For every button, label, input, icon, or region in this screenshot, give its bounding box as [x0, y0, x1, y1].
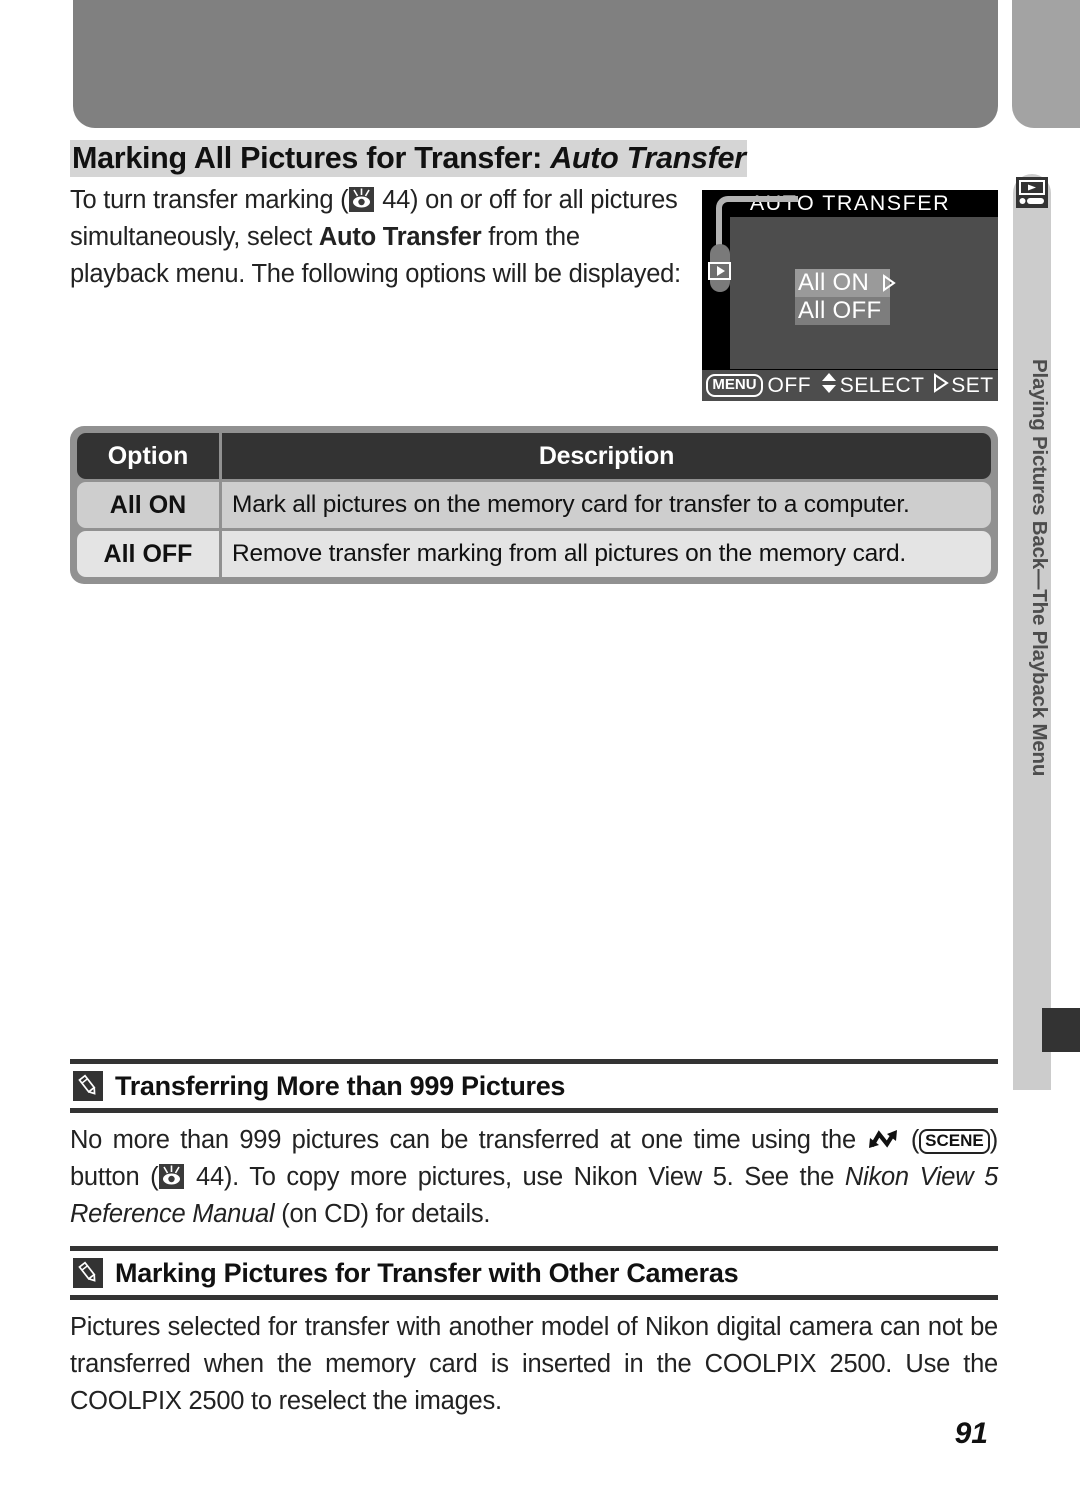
table-cell-option-all-off: All OFF	[77, 531, 219, 577]
lcd-option-menu: All ON All OFF	[795, 269, 896, 325]
play-icon	[708, 262, 731, 280]
table-cell-option-all-on: All ON	[77, 482, 219, 528]
lcd-bottom-bar: MENU OFF SELECT SET	[702, 370, 998, 401]
transfer-arrow-icon	[866, 1126, 900, 1152]
note-heading-other-cameras: Marking Pictures for Transfer with Other…	[70, 1251, 998, 1295]
scene-button-badge-icon: SCENE	[919, 1129, 990, 1154]
menu-badge-icon: MENU	[706, 374, 763, 397]
header-band	[73, 0, 998, 128]
camera-lcd-illustration: AUTO TRANSFER All ON All OFF MENU OFF SE…	[702, 190, 998, 401]
table-header-row: Option Description	[77, 433, 991, 479]
lcd-menu-item-all-off[interactable]: All OFF	[795, 297, 890, 325]
lcd-set-label: SET	[951, 373, 994, 397]
note-section-transferring: Transferring More than 999 Pictures No m…	[70, 1059, 998, 1233]
note-body-part1: No more than 999 pictures can be transfe…	[70, 1126, 867, 1154]
lcd-select-hint: SELECT	[820, 372, 925, 400]
table-header-description: Description	[222, 433, 991, 479]
lcd-menu-off-label: OFF	[767, 373, 812, 397]
note-heading-transferring: Transferring More than 999 Pictures	[70, 1064, 998, 1108]
playback-icon	[1016, 177, 1048, 208]
page-title: Marking All Pictures for Transfer: Auto …	[70, 140, 950, 177]
page-title-main: Marking All Pictures for Transfer:	[72, 141, 543, 175]
page-title-emphasis: Auto Transfer	[550, 141, 746, 175]
note-body-other-cameras: Pictures selected for transfer with anot…	[70, 1313, 998, 1415]
intro-paragraph: To turn transfer marking ( 44) on or off…	[70, 182, 682, 293]
eye-reference-icon	[159, 1164, 185, 1189]
note-heading-other-cameras-label: Marking Pictures for Transfer with Other…	[115, 1257, 739, 1288]
table-header-option: Option	[77, 433, 219, 479]
eye-reference-icon	[349, 187, 375, 212]
lcd-menu-item-all-on-label: All ON	[798, 269, 870, 296]
note-body-part2: (	[900, 1126, 920, 1154]
note-body-part5: (on CD) for details.	[274, 1200, 491, 1228]
chevron-right-outline-icon	[933, 372, 950, 399]
chapter-side-tab-label: Playing Pictures Back—The Playback Menu	[1028, 359, 1051, 777]
up-down-arrows-icon	[820, 372, 838, 400]
lcd-set-hint: SET	[933, 372, 994, 399]
pencil-note-icon	[73, 1258, 103, 1288]
note-body-part4: 44). To copy more pictures, use Nikon Vi…	[185, 1163, 845, 1191]
chapter-tab-marker	[1042, 1008, 1080, 1052]
lcd-menu-off-hint: MENU OFF	[706, 374, 811, 398]
table-row: All OFF Remove transfer marking from all…	[77, 531, 991, 577]
table-cell-description-all-on: Mark all pictures on the memory card for…	[222, 482, 991, 528]
intro-bold-term: Auto Transfer	[318, 223, 482, 251]
chevron-right-icon	[882, 274, 896, 292]
lcd-menu-item-all-on[interactable]: All ON	[795, 269, 896, 297]
intro-text-part1: To turn transfer marking (	[70, 186, 349, 214]
header-band-right-tab	[1012, 0, 1080, 128]
note-body-transferring: No more than 999 pictures can be transfe…	[70, 1113, 998, 1233]
page-number: 91	[954, 1417, 988, 1450]
note-section-other-cameras: Marking Pictures for Transfer with Other…	[70, 1246, 998, 1420]
lcd-select-label: SELECT	[839, 373, 925, 397]
table-row: All ON Mark all pictures on the memory c…	[77, 482, 991, 528]
options-table: Option Description All ON Mark all pictu…	[70, 426, 998, 584]
note-heading-transferring-label: Transferring More than 999 Pictures	[115, 1070, 566, 1101]
pencil-note-icon	[73, 1071, 103, 1101]
table-cell-description-all-off: Remove transfer marking from all picture…	[222, 531, 991, 577]
lcd-menu-item-all-off-label: All OFF	[798, 297, 882, 324]
